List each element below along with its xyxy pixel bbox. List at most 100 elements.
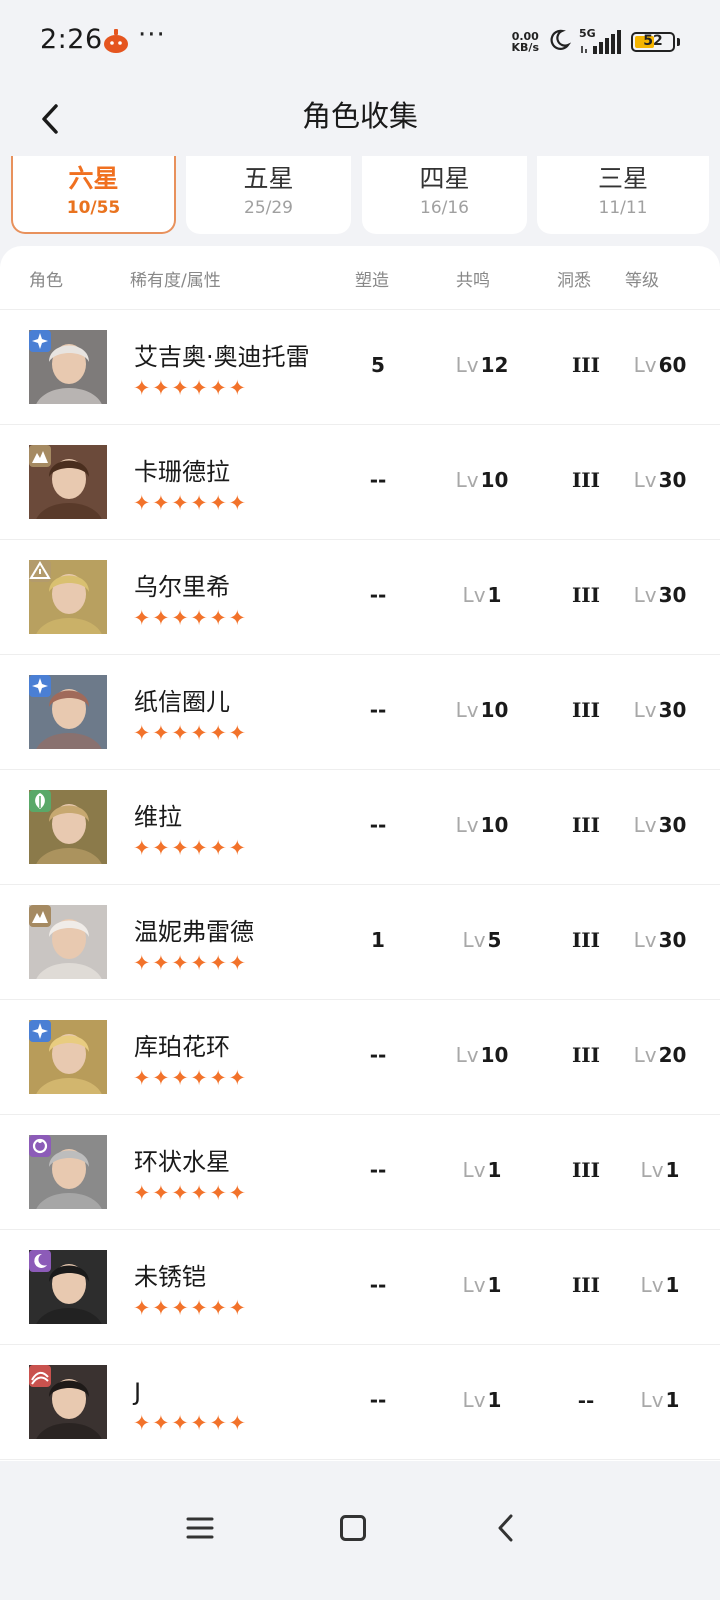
net-speed: 0.00 KB/s — [512, 31, 539, 53]
level-value: Lv 1 — [618, 1155, 702, 1185]
insight-value: III — [571, 698, 601, 722]
resonance-value: Lv 1 — [440, 1270, 524, 1300]
level-value: Lv 60 — [618, 350, 702, 380]
rarity-stars: ✦✦✦✦✦✦ — [133, 721, 248, 745]
battery-level: 52 — [643, 33, 663, 49]
lv-prefix: Lv — [633, 583, 657, 607]
character-row[interactable]: 艾吉奥·奥迪托雷 ✦✦✦✦✦✦ 5 Lv 12 III Lv 60 — [0, 310, 720, 425]
app-notification-icon — [103, 29, 129, 53]
level-value: Lv 30 — [618, 810, 702, 840]
star-cross-icon — [29, 675, 51, 697]
resonance-value: Lv 5 — [440, 925, 524, 955]
character-row[interactable]: 环状水星 ✦✦✦✦✦✦ -- Lv 1 III Lv 1 — [0, 1115, 720, 1230]
tab-count: 10/55 — [66, 198, 121, 218]
character-list: 角色 稀有度/属性 塑造 共鸣 洞悉 等级 艾吉奥·奥迪托雷 ✦✦✦✦✦✦ 5 … — [0, 246, 720, 1461]
tab-count: 25/29 — [244, 198, 293, 218]
character-avatar — [29, 1250, 107, 1324]
character-avatar — [29, 790, 107, 864]
resonance-number: 10 — [480, 1043, 509, 1067]
resonance-value: Lv 1 — [440, 580, 524, 610]
character-name: 环状水星 — [134, 1148, 230, 1176]
resonance-value: Lv 12 — [440, 350, 524, 380]
lv-prefix: Lv — [633, 698, 657, 722]
level-value: Lv 30 — [618, 465, 702, 495]
resonance-value: Lv 1 — [440, 1385, 524, 1415]
character-rows: 艾吉奥·奥迪托雷 ✦✦✦✦✦✦ 5 Lv 12 III Lv 60 卡珊德拉 ✦✦✦… — [0, 310, 720, 1460]
tab-three-star[interactable]: 三星 11/11 — [537, 156, 709, 234]
character-row[interactable]: J ✦✦✦✦✦✦ -- Lv 1 -- Lv 1 — [0, 1345, 720, 1460]
home-button[interactable] — [333, 1510, 373, 1546]
column-header-forge: 塑造 — [355, 271, 389, 291]
ring-icon — [29, 1135, 51, 1157]
home-square-icon — [340, 1515, 366, 1541]
star-cross-icon — [29, 330, 51, 352]
tab-six-star[interactable]: 六星 10/55 — [11, 156, 176, 234]
rarity-stars: ✦✦✦✦✦✦ — [133, 1411, 248, 1435]
character-name: 乌尔里希 — [134, 573, 230, 601]
character-row[interactable]: 未锈铠 ✦✦✦✦✦✦ -- Lv 1 III Lv 1 — [0, 1230, 720, 1345]
menu-button[interactable] — [180, 1510, 220, 1546]
character-row[interactable]: 温妮弗雷德 ✦✦✦✦✦✦ 1 Lv 5 III Lv 30 — [0, 885, 720, 1000]
character-avatar — [29, 1020, 107, 1094]
character-name: 未锈铠 — [134, 1263, 206, 1291]
level-number: 30 — [658, 813, 687, 837]
character-row[interactable]: 纸信圈儿 ✦✦✦✦✦✦ -- Lv 10 III Lv 30 — [0, 655, 720, 770]
insight-value: III — [571, 1158, 601, 1182]
character-row[interactable]: 乌尔里希 ✦✦✦✦✦✦ -- Lv 1 III Lv 30 — [0, 540, 720, 655]
lv-prefix: Lv — [640, 1273, 664, 1297]
level-number: 1 — [665, 1273, 680, 1297]
character-avatar — [29, 560, 107, 634]
insight-value: III — [571, 1273, 601, 1297]
tab-count: 16/16 — [420, 198, 469, 218]
character-row[interactable]: 卡珊德拉 ✦✦✦✦✦✦ -- Lv 10 III Lv 30 — [0, 425, 720, 540]
rarity-stars: ✦✦✦✦✦✦ — [133, 376, 248, 400]
resonance-number: 1 — [487, 1158, 502, 1182]
forge-value: -- — [369, 698, 387, 722]
character-name: 纸信圈儿 — [134, 688, 230, 716]
resonance-value: Lv 10 — [440, 465, 524, 495]
tab-four-star[interactable]: 四星 16/16 — [362, 156, 527, 234]
forge-value: 5 — [371, 353, 385, 377]
resonance-number: 1 — [487, 583, 502, 607]
forge-value: -- — [369, 468, 387, 492]
menu-icon — [186, 1517, 214, 1539]
lv-prefix: Lv — [462, 1273, 486, 1297]
forge-value: -- — [369, 1273, 387, 1297]
column-header-character: 角色 — [29, 271, 63, 291]
nav-back-button[interactable] — [486, 1510, 526, 1546]
mountain-icon — [29, 445, 51, 467]
battery-cap — [677, 38, 680, 46]
lv-prefix: Lv — [462, 1158, 486, 1182]
column-header-insight: 洞悉 — [557, 271, 591, 291]
lv-prefix: Lv — [633, 353, 657, 377]
resonance-number: 10 — [480, 813, 509, 837]
lv-prefix: Lv — [462, 1388, 486, 1412]
tab-five-star[interactable]: 五星 25/29 — [186, 156, 351, 234]
lv-prefix: Lv — [640, 1158, 664, 1182]
level-number: 30 — [658, 698, 687, 722]
rarity-stars: ✦✦✦✦✦✦ — [133, 1181, 248, 1205]
tab-count: 11/11 — [598, 198, 648, 218]
level-number: 20 — [658, 1043, 687, 1067]
tab-label: 六星 — [68, 164, 119, 193]
character-name: 库珀花环 — [134, 1033, 230, 1061]
wave-icon — [29, 1365, 51, 1387]
resonance-number: 10 — [480, 698, 509, 722]
page-title: 角色收集 — [301, 99, 418, 133]
column-header-level: 等级 — [625, 271, 659, 291]
triangle-icon — [29, 560, 51, 582]
character-row[interactable]: 维拉 ✦✦✦✦✦✦ -- Lv 10 III Lv 30 — [0, 770, 720, 885]
column-header-resonance: 共鸣 — [456, 271, 490, 291]
mountain-icon — [29, 905, 51, 927]
insight-value: III — [571, 353, 601, 377]
character-name: 艾吉奥·奥迪托雷 — [134, 343, 310, 371]
character-row[interactable]: 库珀花环 ✦✦✦✦✦✦ -- Lv 10 III Lv 20 — [0, 1000, 720, 1115]
back-arrow-icon — [498, 1514, 513, 1542]
resonance-number: 10 — [480, 468, 509, 492]
lv-prefix: Lv — [633, 928, 657, 952]
header: 角色收集 — [0, 84, 720, 156]
level-number: 60 — [658, 353, 687, 377]
level-value: Lv 30 — [618, 925, 702, 955]
status-time: 2:26 — [40, 24, 103, 55]
level-number: 1 — [665, 1388, 680, 1412]
